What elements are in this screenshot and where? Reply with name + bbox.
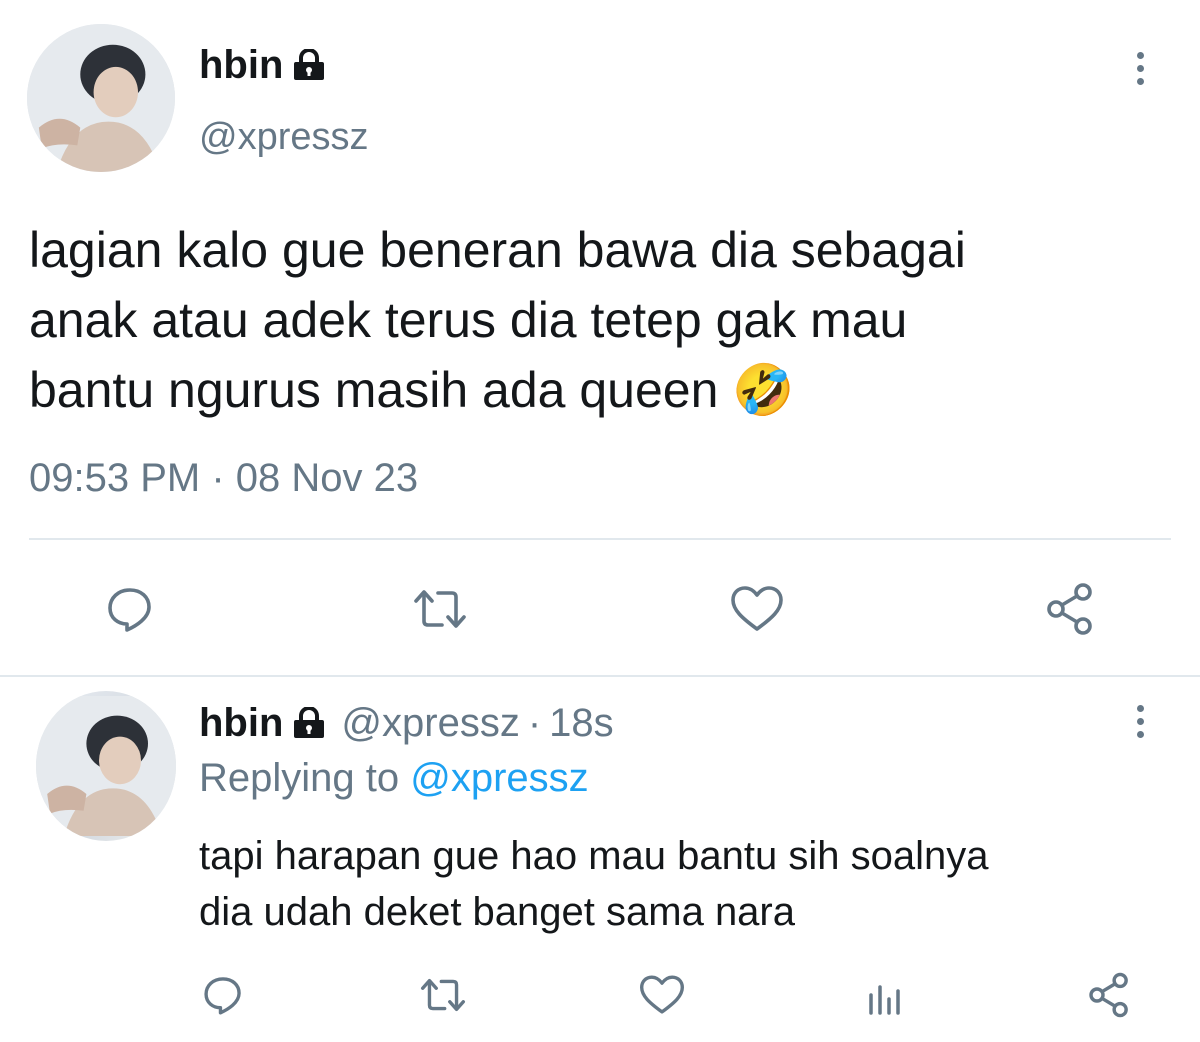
lock-icon <box>291 49 327 81</box>
divider <box>29 538 1171 540</box>
divider <box>0 675 1200 677</box>
handle[interactable]: @xpressz <box>341 701 519 746</box>
avatar[interactable] <box>36 691 176 841</box>
avatar[interactable] <box>27 24 175 172</box>
heart-icon[interactable] <box>637 973 687 1017</box>
time-ago[interactable]: 18s <box>549 701 614 746</box>
lock-icon <box>291 707 327 739</box>
display-name[interactable]: hbin <box>199 43 283 88</box>
tweet-text-line: anak atau adek terus dia tetep gak mau <box>29 292 908 348</box>
replying-to-handle[interactable]: @xpressz <box>410 756 588 800</box>
share-icon[interactable] <box>1042 581 1098 637</box>
retweet-icon[interactable] <box>417 973 469 1017</box>
replying-to: Replying to @xpressz <box>199 756 589 801</box>
replying-to-label: Replying to <box>199 756 400 800</box>
share-icon[interactable] <box>1085 971 1133 1019</box>
separator: · <box>527 700 542 745</box>
reply-text-line: dia udah deket banget sama nara <box>199 890 795 934</box>
heart-icon[interactable] <box>728 583 786 635</box>
retweet-icon[interactable] <box>410 583 470 635</box>
handle[interactable]: @xpressz <box>199 116 369 159</box>
more-vertical-icon[interactable] <box>1125 705 1155 745</box>
more-vertical-icon[interactable] <box>1125 52 1155 92</box>
tweet-text-line: bantu ngurus masih ada queen 🤣 <box>29 362 795 418</box>
author-name-row: hbin <box>199 43 327 88</box>
reply-text-line: tapi harapan gue hao mau bantu sih soaln… <box>199 834 989 878</box>
reply-text: tapi harapan gue hao mau bantu sih soaln… <box>199 828 988 940</box>
tweet-text-line: lagian kalo gue beneran bawa dia sebagai <box>29 222 966 278</box>
analytics-icon[interactable] <box>865 977 905 1017</box>
timestamp[interactable]: 09:53 PM · 08 Nov 23 <box>29 456 418 501</box>
reply-header: hbin @xpressz · 18s <box>199 700 614 746</box>
reply-icon[interactable] <box>201 973 245 1017</box>
reply-icon[interactable] <box>104 583 156 635</box>
tweet-text: lagian kalo gue beneran bawa dia sebagai… <box>29 215 966 425</box>
display-name[interactable]: hbin <box>199 701 283 746</box>
